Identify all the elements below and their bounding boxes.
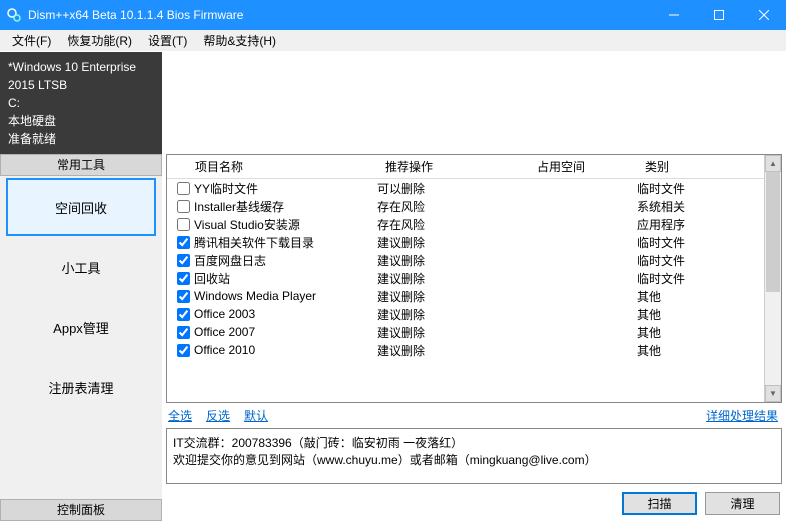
row-name: YY临时文件: [194, 180, 258, 197]
row-category: 临时文件: [637, 180, 781, 197]
table-row[interactable]: YY临时文件 可以删除 临时文件: [167, 179, 781, 197]
row-name: Office 2010: [194, 343, 255, 357]
table-row[interactable]: Office 2003 建议删除 其他: [167, 305, 781, 323]
menu-file[interactable]: 文件(F): [4, 30, 59, 51]
row-action: 存在风险: [377, 198, 529, 215]
row-category: 其他: [637, 342, 781, 359]
col-action[interactable]: 推荐操作: [377, 158, 529, 175]
row-category: 临时文件: [637, 252, 781, 269]
row-checkbox[interactable]: [177, 254, 190, 267]
sidebar-header[interactable]: 常用工具: [0, 154, 162, 176]
row-action: 建议删除: [377, 342, 529, 359]
sidebar-item-0[interactable]: 空间回收: [6, 178, 156, 236]
table-row[interactable]: 百度网盘日志 建议删除 临时文件: [167, 251, 781, 269]
links-row: 全选 反选 默认 详细处理结果: [166, 403, 782, 428]
row-checkbox[interactable]: [177, 200, 190, 213]
cleanup-table: 项目名称 推荐操作 占用空间 类别 YY临时文件可以删除临时文件Installe…: [166, 154, 782, 403]
window-controls: [651, 0, 786, 30]
sidebar-item-3[interactable]: 注册表清理: [6, 358, 156, 416]
table-row[interactable]: Windows Media Player 建议删除 其他: [167, 287, 781, 305]
scroll-thumb[interactable]: [766, 172, 780, 292]
row-checkbox[interactable]: [177, 218, 190, 231]
row-name: 百度网盘日志: [194, 252, 266, 269]
row-checkbox[interactable]: [177, 344, 190, 357]
row-category: 应用程序: [637, 216, 781, 233]
app-title: Dism++x64 Beta 10.1.1.4 Bios Firmware: [28, 8, 651, 22]
table-row[interactable]: 回收站 建议删除 临时文件: [167, 269, 781, 287]
col-category[interactable]: 类别: [637, 158, 781, 175]
table-row[interactable]: 腾讯相关软件下载目录 建议删除 临时文件: [167, 233, 781, 251]
scan-button[interactable]: 扫描: [622, 492, 697, 515]
minimize-button[interactable]: [651, 0, 696, 30]
row-action: 建议删除: [377, 306, 529, 323]
row-category: 临时文件: [637, 234, 781, 251]
row-category: 其他: [637, 288, 781, 305]
row-name: Office 2007: [194, 325, 255, 339]
row-checkbox[interactable]: [177, 272, 190, 285]
row-name: Office 2003: [194, 307, 255, 321]
row-category: 系统相关: [637, 198, 781, 215]
sidebar-footer[interactable]: 控制面板: [0, 499, 162, 521]
link-invert[interactable]: 反选: [206, 407, 230, 424]
row-checkbox[interactable]: [177, 182, 190, 195]
col-space[interactable]: 占用空间: [529, 158, 637, 175]
row-action: 存在风险: [377, 216, 529, 233]
sidebar-item-2[interactable]: Appx管理: [6, 298, 156, 356]
row-name: Installer基线缓存: [194, 198, 284, 215]
close-button[interactable]: [741, 0, 786, 30]
info-text-box: IT交流群：200783396（敲门砖：临安初雨 一夜落红） 欢迎提交你的意见到…: [166, 428, 782, 484]
table-row[interactable]: Visual Studio安装源 存在风险 应用程序: [167, 215, 781, 233]
row-action: 建议删除: [377, 288, 529, 305]
sidebar: 常用工具 空间回收小工具Appx管理注册表清理 控制面板: [0, 154, 162, 521]
row-action: 建议删除: [377, 234, 529, 251]
scrollbar[interactable]: ▲ ▼: [764, 155, 781, 402]
link-default[interactable]: 默认: [244, 407, 268, 424]
table-header: 项目名称 推荐操作 占用空间 类别: [167, 155, 781, 179]
col-name[interactable]: 项目名称: [167, 158, 377, 175]
row-action: 建议删除: [377, 324, 529, 341]
row-checkbox[interactable]: [177, 326, 190, 339]
table-row[interactable]: Installer基线缓存 存在风险 系统相关: [167, 197, 781, 215]
sidebar-item-1[interactable]: 小工具: [6, 238, 156, 296]
info-line-status: 准备就绪: [8, 130, 154, 148]
row-name: Visual Studio安装源: [194, 216, 300, 233]
clean-button[interactable]: 清理: [705, 492, 780, 515]
row-name: 回收站: [194, 270, 230, 287]
link-detail[interactable]: 详细处理结果: [706, 407, 778, 424]
link-select-all[interactable]: 全选: [168, 407, 192, 424]
row-checkbox[interactable]: [177, 290, 190, 303]
menubar: 文件(F) 恢复功能(R) 设置(T) 帮助&支持(H): [0, 30, 786, 52]
maximize-button[interactable]: [696, 0, 741, 30]
menu-settings[interactable]: 设置(T): [140, 30, 195, 51]
info-line-os: *Windows 10 Enterprise 2015 LTSB: [8, 58, 154, 94]
row-category: 临时文件: [637, 270, 781, 287]
info-line-type: 本地硬盘: [8, 112, 154, 130]
titlebar: Dism++x64 Beta 10.1.1.4 Bios Firmware: [0, 0, 786, 30]
system-info-box: *Windows 10 Enterprise 2015 LTSB C: 本地硬盘…: [0, 52, 162, 154]
scroll-down-icon[interactable]: ▼: [765, 385, 781, 402]
table-row[interactable]: Office 2007 建议删除 其他: [167, 323, 781, 341]
table-row[interactable]: Office 2010 建议删除 其他: [167, 341, 781, 359]
scroll-up-icon[interactable]: ▲: [765, 155, 781, 172]
row-checkbox[interactable]: [177, 308, 190, 321]
app-icon: [6, 7, 22, 23]
row-name: Windows Media Player: [194, 289, 316, 303]
menu-recovery[interactable]: 恢复功能(R): [59, 30, 140, 51]
row-category: 其他: [637, 324, 781, 341]
row-action: 可以删除: [377, 180, 529, 197]
row-category: 其他: [637, 306, 781, 323]
row-name: 腾讯相关软件下载目录: [194, 234, 314, 251]
row-checkbox[interactable]: [177, 236, 190, 249]
info-text-line1: IT交流群：200783396（敲门砖：临安初雨 一夜落红）: [173, 435, 775, 452]
menu-help[interactable]: 帮助&支持(H): [195, 30, 284, 51]
row-action: 建议删除: [377, 270, 529, 287]
button-row: 扫描 清理: [166, 484, 782, 517]
info-text-line2: 欢迎提交你的意见到网站（www.chuyu.me）或者邮箱（mingkuang@…: [173, 452, 775, 469]
info-line-drive: C:: [8, 94, 154, 112]
row-action: 建议删除: [377, 252, 529, 269]
